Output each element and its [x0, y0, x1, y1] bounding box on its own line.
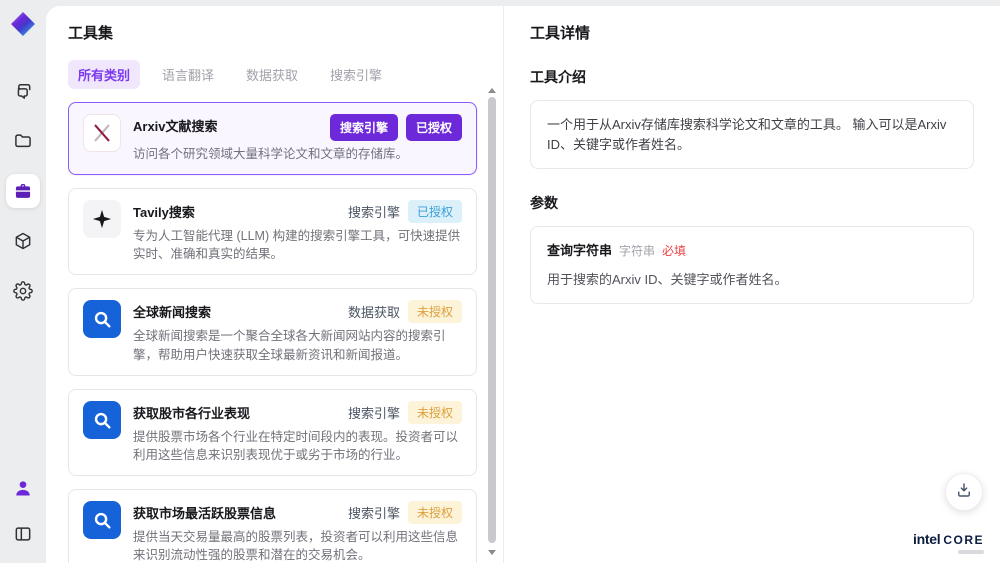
- intel-core-sub-badge: [958, 550, 984, 554]
- rail-item-folder[interactable]: [6, 124, 40, 158]
- param-box: 查询字符串 字符串 必填 用于搜索的Arxiv ID、关键字或作者姓名。: [530, 226, 974, 304]
- panel-toggle-icon: [13, 524, 33, 544]
- user-icon: [13, 478, 33, 498]
- scrollbar-down-arrow[interactable]: [488, 550, 496, 555]
- auth-status-badge: 已授权: [405, 114, 462, 141]
- tool-badges: 搜索引擎 未授权: [347, 400, 462, 424]
- rail-item-gear[interactable]: [6, 274, 40, 308]
- category-label: 数据获取: [347, 305, 400, 321]
- scrollbar-thumb[interactable]: [488, 97, 496, 543]
- tool-description: 访问各个研究领域大量科学论文和文章的存储库。: [133, 147, 409, 161]
- tab-category-2[interactable]: 数据获取: [236, 60, 308, 89]
- tool-card-3[interactable]: 获取股市各行业表现 搜索引擎 未授权提供股票市场各个行业在特定时间段内的表现。投资者…: [68, 388, 477, 476]
- category-label: 搜索引擎: [347, 405, 400, 421]
- scrollbar[interactable]: [488, 88, 496, 555]
- cube-icon: [13, 231, 33, 251]
- folder-icon: [13, 131, 33, 151]
- tab-category-1[interactable]: 语言翻译: [152, 60, 224, 89]
- param-type: 字符串: [619, 244, 656, 258]
- download-button[interactable]: [945, 473, 983, 511]
- category-tabs: 所有类别 语言翻译 数据获取 搜索引擎: [68, 60, 503, 89]
- tool-card-2[interactable]: 全球新闻搜索 数据获取 未授权全球新闻搜索是一个聚合全球各大新闻网站内容的搜索引擎，…: [68, 288, 477, 376]
- tool-badges: 搜索引擎 未授权: [347, 500, 462, 524]
- intel-core-logo: intel CORE: [913, 531, 984, 554]
- param-name: 查询字符串: [547, 243, 613, 258]
- tool-description: 专为人工智能代理 (LLM) 构建的搜索引擎工具，可快速提供实时、准确和真实的结…: [133, 229, 461, 262]
- toolbox-icon: [13, 181, 33, 201]
- tool-badges: 数据获取 未授权: [347, 300, 462, 324]
- tool-name: 获取市场最活跃股票信息: [133, 505, 277, 521]
- category-label: 搜索引擎: [347, 505, 400, 521]
- tool-card-1[interactable]: Tavily搜索 搜索引擎 已授权专为人工智能代理 (LLM) 构建的搜索引擎工具，…: [68, 188, 477, 276]
- arxiv-x-icon: [83, 114, 121, 152]
- intel-wordmark: intel: [913, 531, 941, 547]
- tool-description: 提供股票市场各个行业在特定时间段内的表现。投资者可以利用这些信息来识别表现优于或…: [133, 429, 459, 462]
- category-badge: 搜索引擎: [329, 114, 398, 141]
- main-surface: 工具集 所有类别 语言翻译 数据获取 搜索引擎 Arxiv文献搜索 搜索引擎 已授权 访问各…: [46, 6, 1000, 563]
- params-section-title: 参数: [530, 195, 558, 211]
- auth-status-badge: 未授权: [407, 400, 462, 424]
- auth-status-badge: 已授权: [407, 200, 462, 224]
- blue-search-icon: [83, 400, 121, 439]
- tool-list: Arxiv文献搜索 搜索引擎 已授权 访问各个研究领域大量科学论文和文章的存储库。 Ta…: [68, 102, 503, 563]
- rail-item-chat[interactable]: [6, 74, 40, 108]
- tool-description: 提供当天交易量最高的股票列表，投资者可以利用这些信息来识别流动性强的股票和潜在的…: [133, 529, 459, 562]
- app-gem-logo-icon: [11, 12, 35, 36]
- tool-badges: 搜索引擎 已授权: [329, 114, 462, 141]
- intro-section-title: 工具介绍: [530, 69, 586, 85]
- tavily-star-icon: [83, 200, 121, 239]
- blue-search-icon: [83, 500, 121, 539]
- chat-icon: [13, 81, 33, 101]
- detail-title: 工具详情: [530, 25, 591, 42]
- tool-name: Tavily搜索: [133, 205, 195, 221]
- blue-search-icon: [83, 300, 121, 339]
- tool-badges: 搜索引擎 已授权: [347, 200, 462, 224]
- param-description: 用于搜索的Arxiv ID、关键字或作者姓名。: [547, 271, 788, 287]
- download-icon: [955, 481, 973, 504]
- icon-rail: [0, 0, 46, 563]
- category-label: 搜索引擎: [347, 205, 400, 221]
- tool-list-pane: 工具集 所有类别 语言翻译 数据获取 搜索引擎 Arxiv文献搜索 搜索引擎 已授权 访问各…: [46, 6, 504, 563]
- tool-intro-text: 一个用于从Arxiv存储库搜索科学论文和文章的工具。 输入可以是Arxiv ID…: [547, 117, 947, 152]
- auth-status-badge: 未授权: [407, 500, 462, 524]
- tab-category-3[interactable]: 搜索引擎: [320, 60, 392, 89]
- tool-intro-box: 一个用于从Arxiv存储库搜索科学论文和文章的工具。 输入可以是Arxiv ID…: [530, 100, 974, 169]
- rail-nav: [6, 74, 40, 308]
- tool-detail-pane: 工具详情 工具介绍 一个用于从Arxiv存储库搜索科学论文和文章的工具。 输入可…: [504, 6, 1000, 563]
- rail-item-cube[interactable]: [6, 224, 40, 258]
- scrollbar-up-arrow[interactable]: [488, 88, 496, 93]
- tool-name: Arxiv文献搜索: [133, 119, 218, 134]
- rail-item-user[interactable]: [6, 471, 40, 505]
- auth-status-badge: 未授权: [407, 300, 462, 324]
- tab-category-0[interactable]: 所有类别: [68, 60, 141, 89]
- param-required-badge: 必填: [662, 244, 687, 258]
- gear-icon: [13, 281, 33, 301]
- page-title: 工具集: [68, 25, 114, 42]
- tool-name: 获取股市各行业表现: [133, 405, 251, 421]
- tool-description: 全球新闻搜索是一个聚合全球各大新闻网站内容的搜索引擎，帮助用户快速获取全球最新资…: [133, 329, 446, 362]
- rail-item-panel-toggle[interactable]: [6, 517, 40, 551]
- core-wordmark: CORE: [943, 533, 984, 547]
- tool-card-0[interactable]: Arxiv文献搜索 搜索引擎 已授权访问各个研究领域大量科学论文和文章的存储库。: [68, 102, 477, 176]
- tool-name: 全球新闻搜索: [133, 305, 212, 321]
- param-header: 查询字符串 字符串 必填: [547, 241, 957, 261]
- rail-bottom: [6, 471, 40, 551]
- tool-card-4[interactable]: 获取市场最活跃股票信息 搜索引擎 未授权提供当天交易量最高的股票列表，投资者可以利用…: [68, 488, 477, 563]
- rail-item-toolbox[interactable]: [6, 174, 40, 208]
